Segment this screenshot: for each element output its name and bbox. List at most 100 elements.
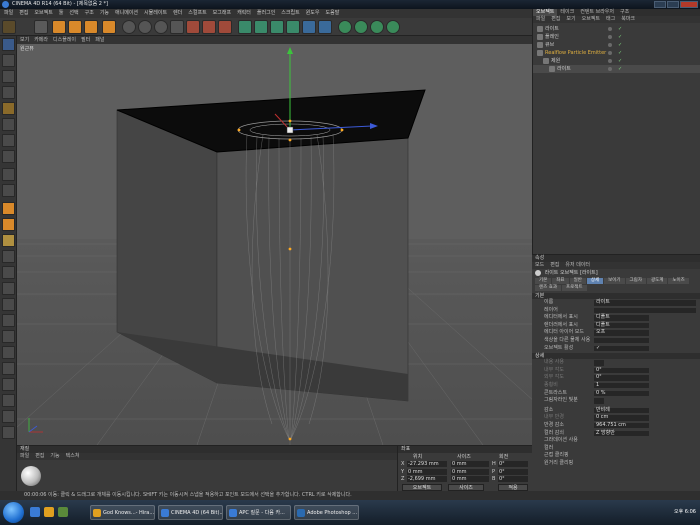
rotate-icon[interactable] (84, 20, 98, 34)
render-picture-viewer-icon[interactable] (202, 20, 216, 34)
attr-tab[interactable]: 상세 (586, 278, 604, 284)
property-value[interactable]: ✓ (594, 345, 649, 352)
taskbar-button[interactable]: CINEMA 4D (64 Bit)... (158, 505, 223, 520)
size-field[interactable]: 0 mm (451, 461, 489, 467)
ie-quicklaunch-icon[interactable] (30, 507, 40, 517)
object-menu-item[interactable]: 북마크 (618, 16, 638, 23)
property-value[interactable] (594, 337, 649, 344)
attr-tab[interactable]: 프로젝트 (562, 285, 587, 291)
live-select-icon[interactable] (34, 20, 48, 34)
taskbar-button[interactable]: Adobe Photoshop ... (294, 505, 359, 520)
tool-icon-18[interactable] (2, 330, 15, 343)
property-value[interactable]: 디폴트 (594, 315, 649, 321)
scene-icon[interactable] (318, 20, 332, 34)
camera-icon[interactable] (338, 20, 352, 34)
edge-mode-icon[interactable] (2, 118, 15, 131)
light-icon[interactable] (354, 20, 368, 34)
nurbs-icon[interactable] (270, 20, 284, 34)
position-field[interactable]: 0 mm (407, 468, 447, 475)
property-value[interactable]: 디폴트 (594, 322, 649, 329)
viewport-menu-item[interactable]: 디스플레이 (53, 36, 76, 44)
menu-item[interactable]: 렌더 (173, 9, 182, 18)
lock-workplane-icon[interactable] (2, 266, 15, 279)
menu-item[interactable]: 스컬프트 (188, 9, 206, 18)
attr-tab[interactable]: 그림자 (625, 278, 646, 284)
render-view-icon[interactable] (186, 20, 200, 34)
environment-icon[interactable] (370, 20, 384, 34)
axis-mode-icon[interactable] (2, 150, 15, 163)
sky-icon[interactable] (386, 20, 400, 34)
visibility-dot-icon[interactable] (608, 59, 612, 63)
menu-item[interactable]: 애니메이션 (115, 9, 138, 18)
apply-button[interactable]: 적용 (498, 484, 528, 491)
rotation-field[interactable]: 0° (498, 476, 528, 482)
rotation-field[interactable]: 0° (498, 468, 528, 475)
enable-check-icon[interactable]: ✓ (618, 57, 622, 65)
array-icon[interactable] (286, 20, 300, 34)
menu-item[interactable]: 플러그인 (257, 9, 275, 18)
attribute-menu-item[interactable]: 모드 (532, 262, 547, 269)
solo-icon[interactable] (2, 282, 15, 295)
menu-item[interactable]: 오브젝트 (34, 9, 52, 18)
property-value[interactable]: 0° (594, 367, 649, 374)
menu-item[interactable]: 시뮬레이트 (144, 9, 167, 18)
clock[interactable]: 오후 6:06 (674, 508, 696, 515)
scale-icon[interactable] (68, 20, 82, 34)
grid-icon[interactable] (2, 250, 15, 263)
tab-1[interactable]: 테이크 (557, 9, 577, 16)
menu-item[interactable]: 선택 (69, 9, 78, 18)
material-menu-item[interactable]: 편집 (32, 453, 47, 460)
object-row[interactable]: Realflow Particle Emitter ✓ (533, 49, 700, 57)
menu-item[interactable]: 캐릭터 (237, 9, 251, 18)
taskbar-button[interactable]: God Knows...- Hira... (90, 505, 155, 520)
object-row[interactable]: 큐브 ✓ (533, 41, 700, 49)
coord-size-select[interactable]: 사이즈 (448, 484, 484, 491)
brush-icon[interactable] (2, 218, 15, 231)
enable-check-icon[interactable]: ✓ (618, 49, 622, 57)
tab-2[interactable]: 컨텐트 브라우저 (577, 9, 617, 16)
tab-3[interactable]: 구조 (617, 9, 632, 16)
tool-icon-20[interactable] (2, 362, 15, 375)
object-row[interactable]: 제원 ✓ (533, 57, 700, 65)
workplane-icon[interactable] (2, 86, 15, 99)
x-axis-lock-icon[interactable] (122, 20, 136, 34)
y-axis-lock-icon[interactable] (138, 20, 152, 34)
position-field[interactable]: -27.293 mm (407, 461, 447, 467)
menu-item[interactable]: 구조 (85, 9, 94, 18)
property-value[interactable]: Z 방향만 (594, 430, 649, 436)
object-row[interactable]: 라이트 ✓ (533, 65, 700, 73)
media-quicklaunch-icon[interactable] (58, 507, 68, 517)
material-sphere-icon[interactable] (21, 466, 41, 486)
visibility-dot-icon[interactable] (608, 27, 612, 31)
property-value[interactable] (594, 307, 696, 314)
enable-check-icon[interactable]: ✓ (618, 25, 622, 33)
menu-item[interactable]: 스크립트 (281, 9, 299, 18)
tool-icon-21[interactable] (2, 378, 15, 391)
tab-0[interactable]: 오브젝트 (533, 9, 558, 16)
z-axis-lock-icon[interactable] (154, 20, 168, 34)
property-value[interactable]: 0° (594, 375, 649, 381)
move-icon[interactable] (52, 20, 66, 34)
material-menu-item[interactable]: 기능 (47, 453, 62, 460)
menu-item[interactable]: 기능 (100, 9, 109, 18)
enable-check-icon[interactable]: ✓ (618, 41, 622, 49)
tool-icon-24[interactable] (2, 426, 15, 439)
snap-icon[interactable] (2, 184, 15, 197)
viewport-menu-item[interactable]: 패널 (95, 36, 104, 44)
object-menu-item[interactable]: 보기 (563, 16, 578, 23)
material-menu-item[interactable]: 파일 (17, 453, 32, 460)
object-menu-item[interactable]: 오브젝트 (579, 16, 603, 23)
tool-icon-22[interactable] (2, 394, 15, 407)
property-value[interactable]: 0 % (594, 390, 649, 397)
polygon-mode-icon[interactable] (2, 134, 15, 147)
visibility-dot-icon[interactable] (608, 51, 612, 55)
visibility-dot-icon[interactable] (608, 67, 612, 71)
render-settings-icon[interactable] (218, 20, 232, 34)
start-button[interactable] (3, 502, 24, 523)
tool-icon-17[interactable] (2, 314, 15, 327)
property-value[interactable]: 라이트 (594, 299, 696, 306)
object-row[interactable]: 라이트 ✓ (533, 25, 700, 33)
tool-icon-16[interactable] (2, 298, 15, 311)
sculpt-icon[interactable] (2, 202, 15, 215)
attr-tab[interactable]: 광도계 (646, 278, 668, 284)
